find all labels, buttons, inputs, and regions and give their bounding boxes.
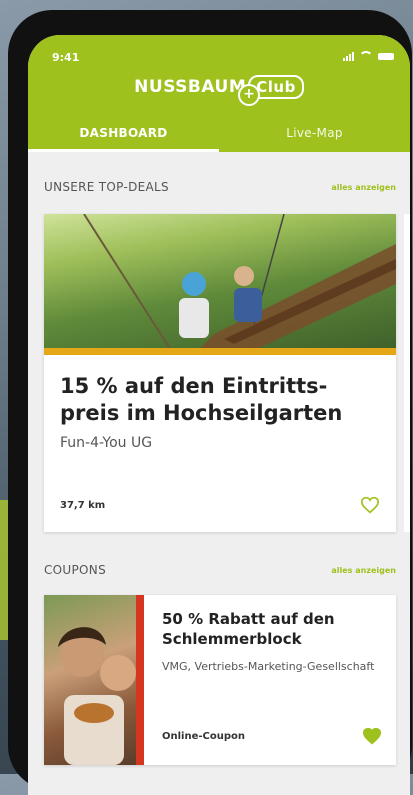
coupon-card[interactable]: 50 % Rabatt auf den Schlemmerblock VMG, …: [44, 595, 396, 765]
see-all-link[interactable]: alles anzeigen: [331, 566, 396, 575]
signal-icon: [343, 51, 354, 61]
plus-icon: +: [238, 84, 261, 106]
next-deal-peek: [404, 214, 410, 532]
section-title: UNSERE TOP-DEALS: [44, 180, 169, 194]
brand-logo: NUSSBAUM Club +: [28, 75, 410, 106]
heart-icon[interactable]: [360, 496, 380, 514]
phone-frame: 9:41 NUSSBAUM Club + DASHBOARD Live-Map: [8, 10, 412, 795]
wifi-icon: [359, 51, 373, 61]
coupon-type: Online-Coupon: [162, 730, 246, 742]
tab-bar: DASHBOARD Live-Map: [28, 118, 410, 152]
deal-accent-strip: [44, 348, 396, 355]
deal-photo: [83, 214, 396, 355]
see-all-link[interactable]: alles anzeigen: [331, 183, 396, 192]
app-screen: 9:41 NUSSBAUM Club + DASHBOARD Live-Map: [28, 35, 410, 795]
brand-name: NUSSBAUM: [134, 77, 247, 97]
tab-dashboard[interactable]: DASHBOARD: [28, 118, 219, 152]
coupon-footer: Online-Coupon: [162, 727, 382, 745]
status-time: 9:41: [52, 51, 80, 64]
deal-distance: 37,7 km: [60, 499, 106, 511]
battery-icon: [378, 52, 394, 60]
coupon-accent-bar: [136, 595, 144, 765]
deal-image: [44, 214, 396, 355]
coupon-photo: [58, 627, 136, 765]
deal-company: Fun-4-You UG: [60, 435, 153, 451]
deal-body: 15 % auf den Eintritts-preis im Hochseil…: [44, 355, 396, 451]
coupon-body: 50 % Rabatt auf den Schlemmerblock VMG, …: [162, 609, 384, 674]
coupon-title: 50 % Rabatt auf den Schlemmerblock: [162, 610, 335, 648]
deal-card[interactable]: 15 % auf den Eintritts-preis im Hochseil…: [44, 214, 396, 532]
deal-title: 15 % auf den Eintritts-preis im Hochseil…: [60, 374, 343, 425]
coupon-image: [44, 595, 136, 765]
app-header: 9:41 NUSSBAUM Club + DASHBOARD Live-Map: [28, 35, 410, 152]
top-deals-header: UNSERE TOP-DEALS alles anzeigen: [28, 162, 410, 212]
section-title: COUPONS: [44, 563, 106, 577]
status-icons: [343, 51, 394, 61]
club-badge: Club +: [238, 75, 304, 106]
coupon-company: VMG, Vertriebs-Marketing-Gesellschaft: [162, 660, 375, 673]
coupons-header: COUPONS alles anzeigen: [28, 555, 410, 585]
deal-footer: 37,7 km: [60, 496, 380, 514]
heart-icon[interactable]: [362, 727, 382, 745]
status-bar: 9:41: [52, 51, 394, 65]
tab-live-map[interactable]: Live-Map: [219, 118, 410, 152]
